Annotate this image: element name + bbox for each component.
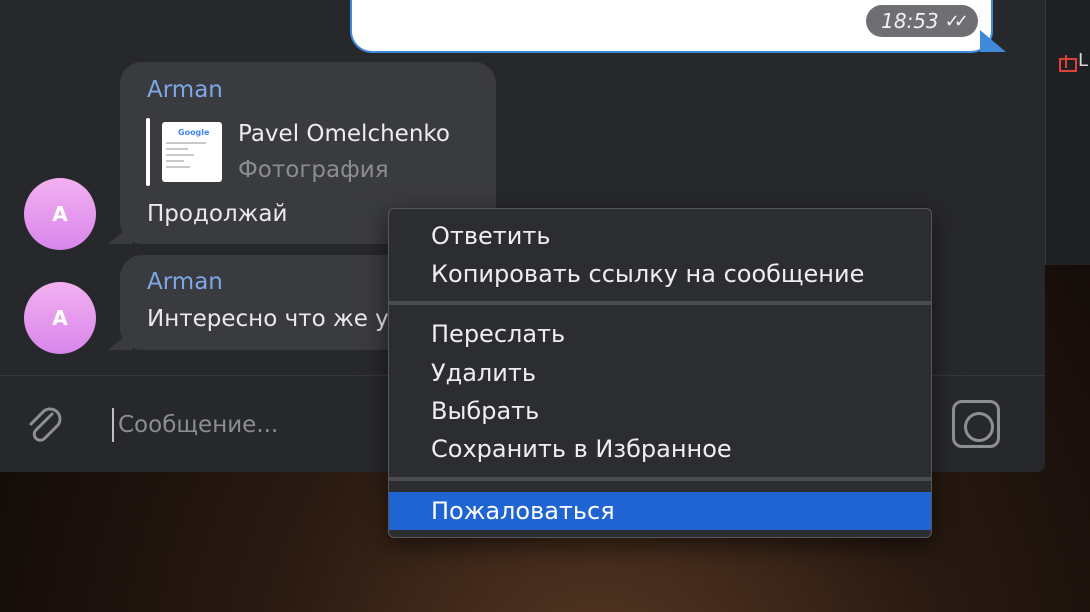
context-menu: Ответить Копировать ссылку на сообщение … <box>388 208 932 538</box>
right-side-panel: L <box>1045 0 1090 265</box>
message-text: Продолжай <box>147 201 288 227</box>
thumbnail-line <box>166 148 188 150</box>
message-sender[interactable]: Arman <box>147 269 223 295</box>
right-panel-item[interactable]: L <box>1058 50 1089 72</box>
camera-icon[interactable] <box>952 400 1000 448</box>
menu-item-report[interactable]: Пожаловаться <box>389 492 931 530</box>
thumbnail-line <box>166 166 190 168</box>
gift-icon <box>1058 53 1077 72</box>
menu-item-reply[interactable]: Ответить <box>389 217 931 255</box>
menu-item-select[interactable]: Выбрать <box>389 392 931 430</box>
thumbnail-line <box>166 154 194 156</box>
paperclip-icon[interactable] <box>22 402 66 446</box>
menu-separator <box>389 301 931 305</box>
right-panel-label: L <box>1078 50 1089 71</box>
forwarded-from-name[interactable]: Pavel Omelchenko <box>238 121 450 147</box>
thumbnail-logo-text: Google <box>178 128 210 137</box>
menu-item-save-to-favorites[interactable]: Сохранить в Избранное <box>389 430 931 468</box>
message-text: Интересно что же у <box>147 306 389 332</box>
message-time: 18:53 <box>881 9 939 33</box>
menu-item-delete[interactable]: Удалить <box>389 354 931 392</box>
menu-item-forward[interactable]: Переслать <box>389 315 931 353</box>
menu-item-copy-link[interactable]: Копировать ссылку на сообщение <box>389 255 931 293</box>
thumbnail-line <box>166 160 184 162</box>
photo-thumbnail[interactable]: Google <box>162 122 222 182</box>
thumbnail-line <box>166 142 206 144</box>
message-time-badge: 18:53 ✓✓ <box>866 5 978 37</box>
forward-quote-bar <box>146 118 150 186</box>
message-sender[interactable]: Arman <box>147 77 223 103</box>
avatar[interactable]: A <box>24 178 96 250</box>
double-check-icon: ✓✓ <box>944 10 969 32</box>
forwarded-media-type: Фотография <box>238 157 389 183</box>
menu-separator <box>389 477 931 481</box>
avatar[interactable]: A <box>24 282 96 354</box>
